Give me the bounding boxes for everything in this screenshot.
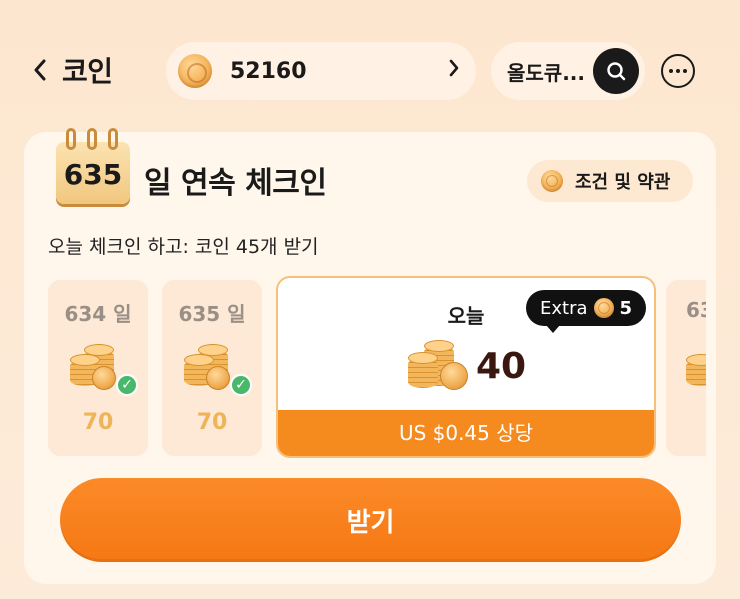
day-label: 634 일 — [64, 302, 132, 326]
coin-icon — [593, 298, 614, 318]
chevron-right-icon — [448, 58, 460, 84]
coin-icon — [178, 54, 212, 88]
coin-icon — [541, 170, 563, 192]
usd-equivalent: US $0.45 상당 — [278, 410, 654, 456]
streak-title: 일 연속 체크인 — [144, 166, 327, 201]
search-query: 올도큐... — [507, 60, 585, 85]
terms-label: 조건 및 약관 — [575, 172, 671, 193]
search-button[interactable] — [593, 48, 639, 94]
day-card: 634 일 70 — [48, 280, 148, 456]
day-card: 635 일 70 — [162, 280, 262, 456]
today-reward: 40 — [476, 346, 527, 387]
day-label: 635 일 — [178, 302, 246, 326]
extra-value: 5 — [619, 297, 633, 319]
calendar-icon: 635 — [54, 128, 134, 206]
more-options-button[interactable] — [661, 54, 695, 88]
coin-balance-pill[interactable]: 52160 — [166, 42, 476, 100]
coin-pile-icon — [686, 336, 706, 392]
claim-button[interactable]: 받기 — [60, 478, 681, 562]
day-reward: 70 — [196, 410, 228, 435]
coin-pile-icon — [408, 336, 478, 392]
search-bar[interactable]: 올도큐... — [491, 42, 645, 100]
check-icon: ✓ — [230, 374, 252, 396]
page-title: 코인 — [62, 55, 113, 88]
check-icon: ✓ — [116, 374, 138, 396]
streak-count: 635 — [63, 158, 123, 191]
checkin-subtitle: 오늘 체크인 하고: 코인 45개 받기 — [48, 236, 319, 258]
more-dot-icon — [683, 69, 687, 73]
chevron-left-icon — [34, 59, 46, 81]
extra-badge: Extra 5 — [526, 290, 646, 333]
coin-balance: 52160 — [230, 58, 307, 84]
day-card-next: 63 — [666, 280, 706, 456]
day-label: 63 — [686, 298, 706, 322]
search-icon — [607, 62, 626, 81]
more-dot-icon — [669, 69, 673, 73]
terms-button[interactable]: 조건 및 약관 — [527, 160, 693, 202]
day-reward: 70 — [82, 410, 114, 435]
more-dot-icon — [676, 69, 680, 73]
extra-label: Extra — [540, 297, 588, 319]
back-button[interactable] — [28, 56, 52, 84]
